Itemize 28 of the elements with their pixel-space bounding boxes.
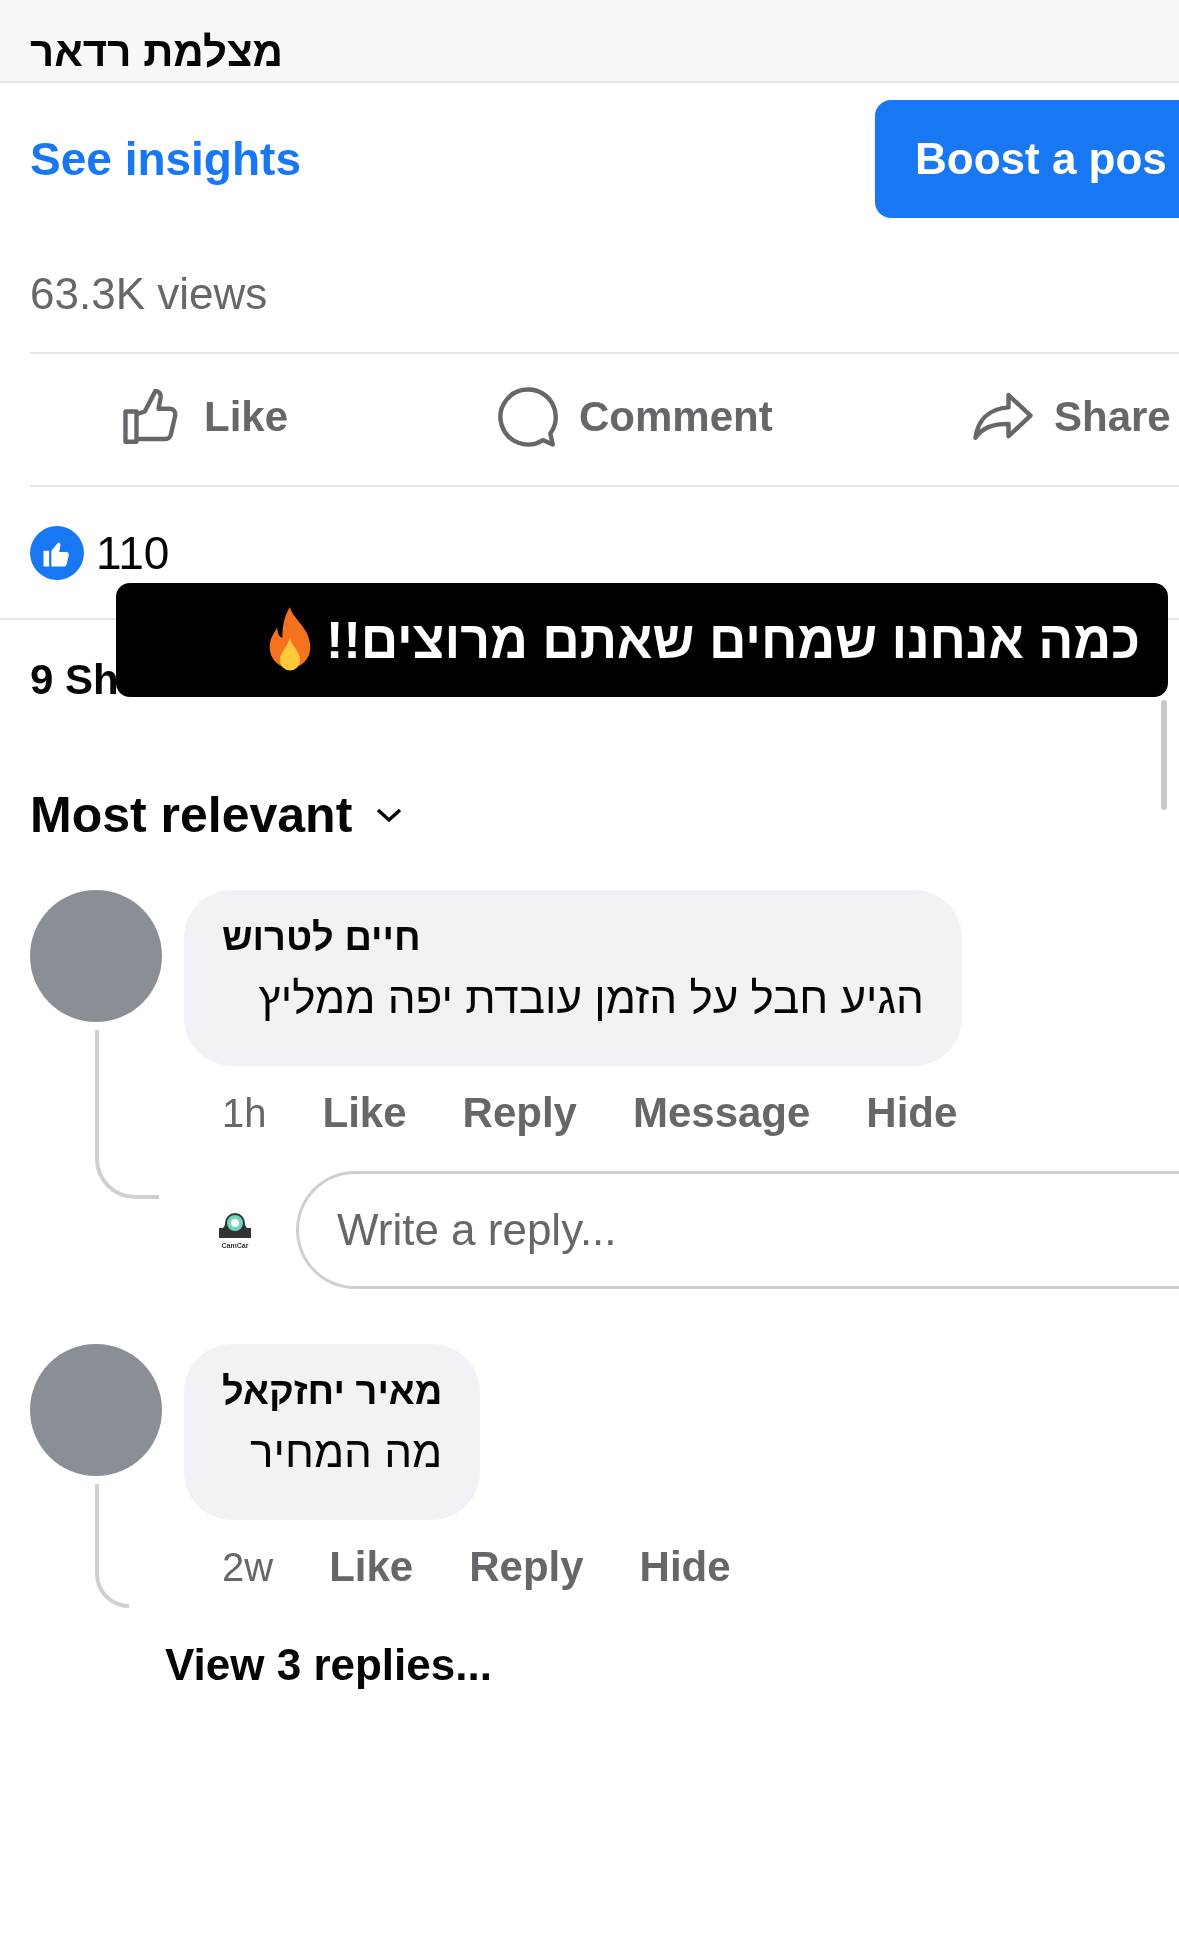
comment-button[interactable]: Comment bbox=[495, 384, 773, 450]
share-button[interactable]: Share bbox=[970, 384, 1171, 450]
like-button[interactable]: Like bbox=[120, 384, 289, 450]
comment-action[interactable]: Message bbox=[632, 1089, 811, 1137]
shares-count: 9 Sh bbox=[30, 656, 119, 704]
page-title: מצלמת רדאר bbox=[30, 31, 284, 73]
comment-action[interactable]: Reply bbox=[469, 1543, 584, 1591]
comment-author[interactable]: מאיר יחזקאל bbox=[222, 1370, 443, 1413]
comment-text: מה המחיר bbox=[249, 1427, 443, 1477]
sort-dropdown[interactable]: Most relevant bbox=[0, 740, 411, 890]
boost-post-button[interactable]: Boost a pos bbox=[875, 100, 1179, 218]
comment-action[interactable]: Hide bbox=[866, 1089, 958, 1137]
comment-text: הגיע חבל על הזמן עובדת יפה ממליץ bbox=[257, 973, 924, 1023]
like-reaction-icon bbox=[30, 525, 84, 580]
comment-time: 1h bbox=[222, 1090, 267, 1136]
comment-action[interactable]: Like bbox=[329, 1543, 414, 1591]
comment-author[interactable]: חיים לטרוש bbox=[222, 916, 924, 959]
reaction-count: 110 bbox=[96, 525, 170, 580]
view-replies-link[interactable]: View 3 replies... bbox=[165, 1640, 492, 1690]
comment-action[interactable]: Reply bbox=[462, 1089, 577, 1137]
caption-text: כמה אנחנו שמחים שאתם מרוצים!! bbox=[326, 610, 1140, 670]
comment-time: 2w bbox=[222, 1544, 274, 1590]
views-count: 63.3K views bbox=[30, 268, 268, 319]
comment-action[interactable]: Like bbox=[322, 1089, 407, 1137]
see-insights-link[interactable]: See insights bbox=[30, 132, 301, 186]
comment-action[interactable]: Hide bbox=[639, 1543, 731, 1591]
reply-input-field[interactable]: Write a reply... bbox=[296, 1171, 1179, 1289]
speech-bubble-icon bbox=[495, 384, 561, 450]
